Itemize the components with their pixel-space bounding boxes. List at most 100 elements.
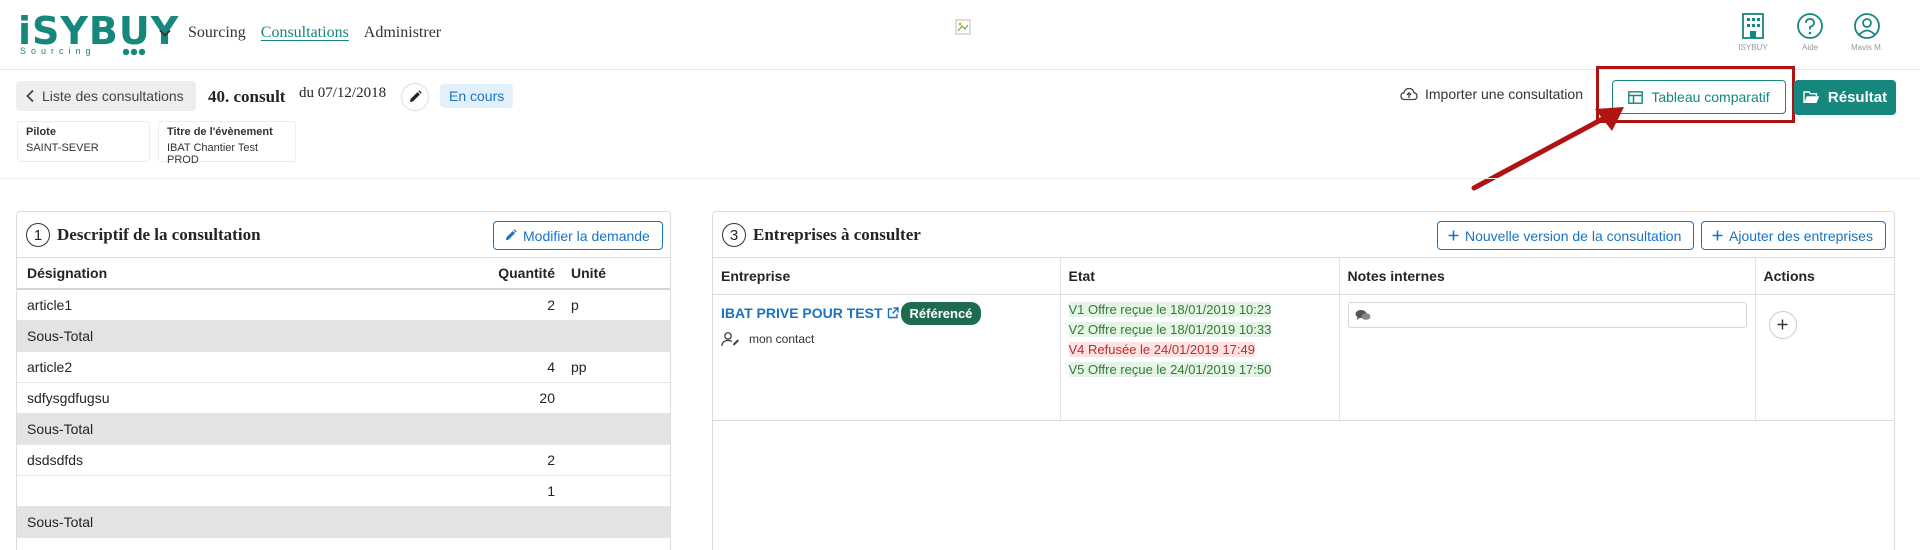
step-number: 3 bbox=[722, 223, 746, 247]
pilote-value: SAINT-SEVER bbox=[26, 142, 99, 154]
import-consultation-button[interactable]: Importer une consultation bbox=[1400, 86, 1583, 102]
unite-cell: pp bbox=[561, 351, 670, 383]
quantite-cell: 20 bbox=[487, 382, 561, 414]
event-title-card: Titre de l'évènement IBAT Chantier Test … bbox=[158, 121, 296, 166]
entreprises-title: Entreprises à consulter bbox=[753, 225, 921, 244]
back-to-list-button[interactable]: Liste des consultations bbox=[16, 81, 196, 111]
entreprise-cell: IBAT PRIVE POUR TEST Référencé mon conta… bbox=[713, 294, 1061, 421]
table-row: IBAT PRIVE POUR TEST Référencé mon conta… bbox=[713, 294, 1894, 421]
subtotal-row: Sous-Total bbox=[17, 413, 670, 445]
consultation-date: du 07/12/2018 bbox=[299, 85, 387, 101]
help-icon-button[interactable]: Aide bbox=[1786, 12, 1834, 52]
add-action-button[interactable] bbox=[1768, 310, 1797, 339]
actions-cell bbox=[1755, 294, 1894, 421]
table-header-row: Désignation Quantité Unité bbox=[17, 258, 670, 290]
isybuy-logo[interactable]: iSYBUY Sourcing bbox=[18, 12, 178, 58]
quantite-cell: 1 bbox=[487, 475, 561, 507]
state-badge: V5 Offre reçue le 24/01/2019 17:50 bbox=[1068, 361, 1272, 377]
chevron-down-icon[interactable] bbox=[158, 26, 172, 40]
descriptif-table: Désignation Quantité Unité article1 2 p Sou… bbox=[17, 258, 670, 538]
column-header-entreprise: Entreprise bbox=[713, 258, 1061, 295]
column-header-notes: Notes internes bbox=[1339, 258, 1756, 295]
descriptif-header: 1 Descriptif de la consultation Modifier… bbox=[17, 212, 670, 258]
table-row: dsdsdfds 2 bbox=[17, 444, 670, 476]
logo-subtitle: Sourcing bbox=[20, 46, 96, 56]
user-icon-button[interactable]: Mavis M. bbox=[1843, 12, 1891, 52]
logo-text: iSYBUY bbox=[18, 9, 180, 53]
logo-dots-icon bbox=[122, 48, 146, 56]
quantite-cell: 2 bbox=[487, 444, 561, 476]
column-header-designation: Désignation bbox=[17, 258, 487, 290]
table-row: sdfysgdfugsu 20 bbox=[17, 382, 670, 414]
back-label: Liste des consultations bbox=[42, 88, 184, 104]
designation-cell: Sous-Total bbox=[17, 506, 487, 538]
state-badge: V4 Refusée le 24/01/2019 17:49 bbox=[1068, 341, 1255, 357]
quantite-cell bbox=[487, 506, 561, 538]
nouvelle-version-button[interactable]: Nouvelle version de la consultation bbox=[1437, 221, 1695, 250]
import-label: Importer une consultation bbox=[1425, 86, 1583, 102]
unite-cell bbox=[561, 475, 670, 507]
building-icon bbox=[1742, 13, 1764, 39]
entreprises-table: Entreprise Etat Notes internes Actions I… bbox=[713, 258, 1894, 421]
user-edit-icon bbox=[721, 331, 739, 346]
unite-cell bbox=[561, 413, 670, 445]
entreprises-header: 3 Entreprises à consulter Nouvelle versi… bbox=[713, 212, 1894, 258]
entreprise-link[interactable]: IBAT PRIVE POUR TEST bbox=[721, 305, 899, 321]
resultat-button[interactable]: Résultat bbox=[1794, 80, 1896, 115]
help-icon bbox=[1797, 13, 1823, 39]
building-icon-button[interactable]: ISYBUY bbox=[1729, 12, 1777, 52]
column-header-actions: Actions bbox=[1755, 258, 1894, 295]
comments-icon bbox=[1355, 309, 1370, 320]
plus-icon bbox=[1712, 230, 1723, 241]
building-caption: ISYBUY bbox=[1738, 43, 1768, 52]
modifier-demande-button[interactable]: Modifier la demande bbox=[493, 221, 663, 250]
contact-name: mon contact bbox=[749, 331, 815, 346]
designation-cell: dsdsdfds bbox=[17, 444, 487, 476]
main-nav: Sourcing Consultations Administrer bbox=[188, 24, 441, 42]
user-icon bbox=[1854, 13, 1880, 39]
referenced-badge: Référencé bbox=[900, 301, 982, 325]
unite-cell bbox=[561, 320, 670, 352]
entreprise-name: IBAT PRIVE POUR TEST bbox=[721, 305, 883, 321]
nav-administrer[interactable]: Administrer bbox=[364, 24, 441, 42]
descriptif-rows: article1 2 p Sous-Total article2 4 pp sdfysgdfu… bbox=[17, 289, 670, 538]
broken-image-icon bbox=[955, 19, 971, 35]
table-row: article2 4 pp bbox=[17, 351, 670, 383]
header-divider bbox=[0, 178, 1920, 179]
help-caption: Aide bbox=[1801, 43, 1818, 52]
subtotal-row: Sous-Total bbox=[17, 506, 670, 538]
contact-row[interactable]: mon contact bbox=[721, 331, 1052, 347]
table-row: 1 bbox=[17, 475, 670, 507]
nav-consultations[interactable]: Consultations bbox=[261, 24, 349, 42]
notes-input[interactable] bbox=[1347, 301, 1747, 328]
unite-cell: p bbox=[561, 289, 670, 321]
column-header-unite: Unité bbox=[561, 258, 670, 290]
quantite-cell: 2 bbox=[487, 289, 561, 321]
nav-sourcing[interactable]: Sourcing bbox=[188, 24, 246, 42]
designation-cell bbox=[17, 475, 487, 507]
nouvelle-version-label: Nouvelle version de la consultation bbox=[1465, 227, 1682, 244]
top-navbar: iSYBUY Sourcing Sourcing Consultations A… bbox=[0, 0, 1920, 70]
pencil-icon bbox=[505, 229, 517, 241]
folder-open-icon bbox=[1803, 91, 1820, 103]
designation-cell: article2 bbox=[17, 351, 487, 383]
unite-cell bbox=[561, 444, 670, 476]
external-link-icon bbox=[887, 307, 899, 319]
subtotal-row: Sous-Total bbox=[17, 320, 670, 352]
entreprises-panel: 3 Entreprises à consulter Nouvelle versi… bbox=[712, 211, 1895, 550]
designation-cell: Sous-Total bbox=[17, 320, 487, 352]
pencil-icon bbox=[410, 90, 422, 102]
quantite-cell bbox=[487, 320, 561, 352]
event-title-label: Titre de l'évènement bbox=[167, 126, 273, 138]
consultation-title: 40. consult bbox=[208, 87, 286, 106]
ajouter-entreprises-button[interactable]: Ajouter des entreprises bbox=[1701, 221, 1886, 250]
descriptif-panel: 1 Descriptif de la consultation Modifier… bbox=[16, 211, 671, 550]
pilote-label: Pilote bbox=[26, 126, 56, 138]
table-row: article1 2 p bbox=[17, 289, 670, 321]
plus-icon bbox=[1777, 319, 1788, 330]
edit-title-button[interactable] bbox=[401, 83, 429, 111]
state-badge: V1 Offre reçue le 18/01/2019 10:23 bbox=[1068, 301, 1272, 317]
event-title-value: IBAT Chantier Test PROD bbox=[167, 142, 259, 166]
notes-cell bbox=[1339, 294, 1756, 421]
quantite-cell bbox=[487, 413, 561, 445]
